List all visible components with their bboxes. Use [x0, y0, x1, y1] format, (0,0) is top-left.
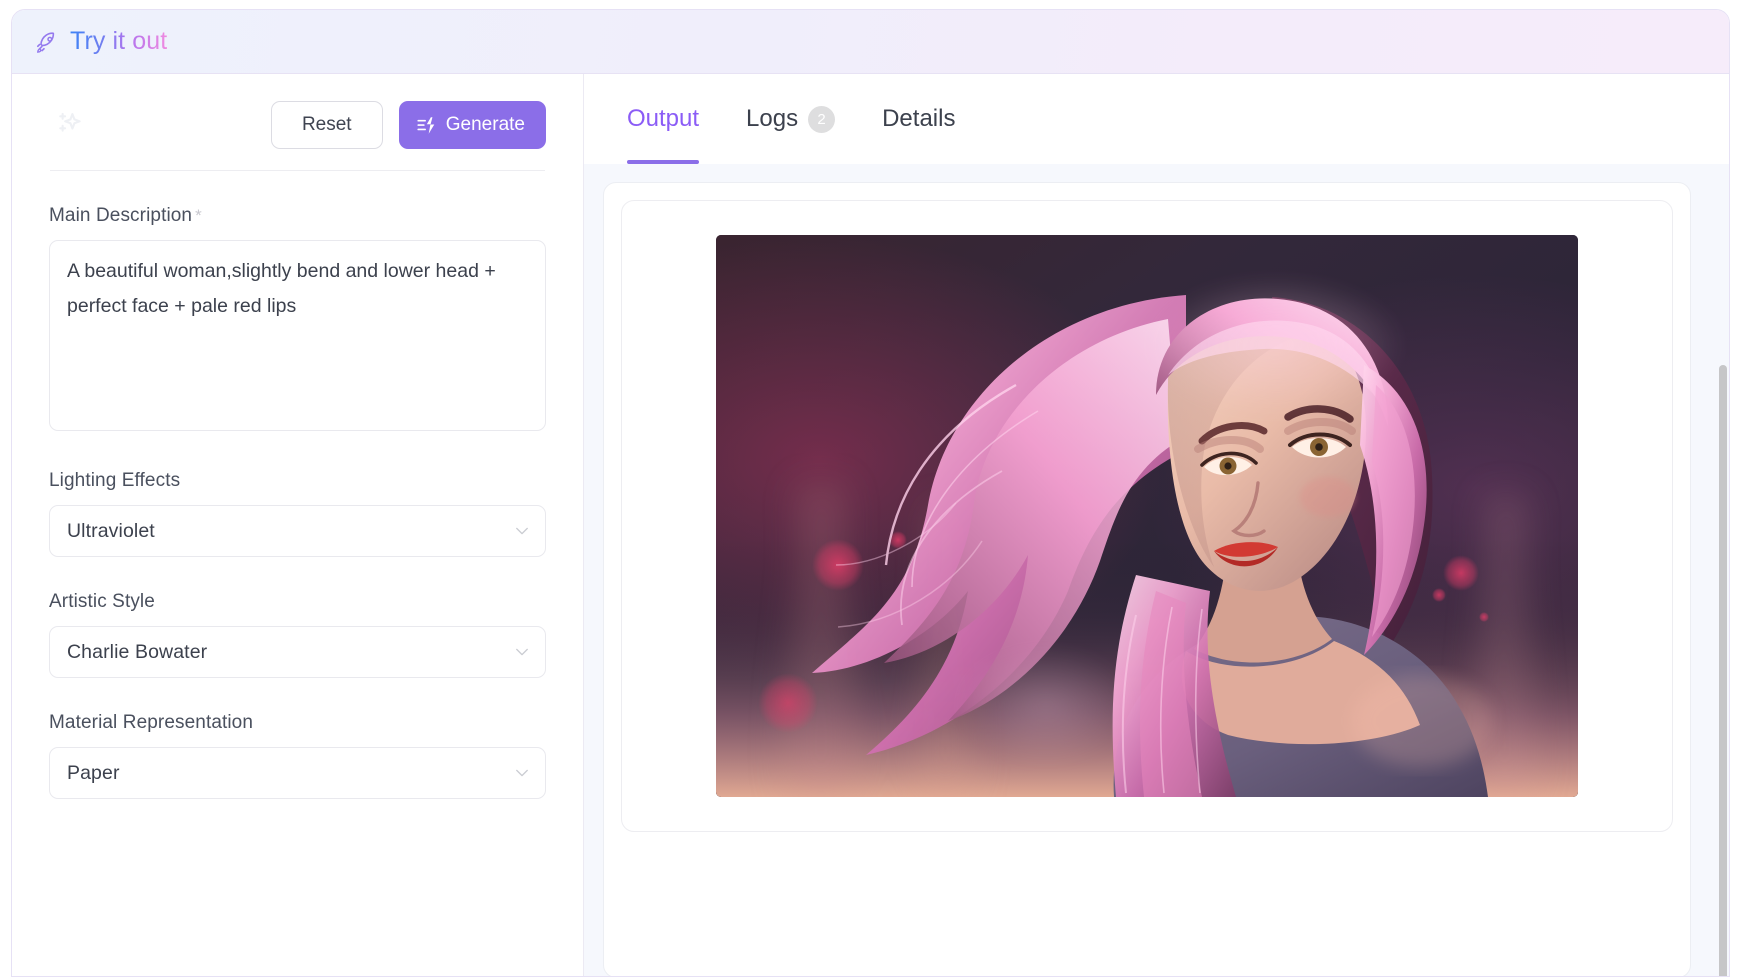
- result-panel: Output Logs 2 Details: [584, 74, 1729, 976]
- output-card: [603, 182, 1691, 976]
- field-label-artistic-style: Artistic Style: [49, 591, 155, 612]
- tab-logs-label: Logs: [746, 105, 799, 132]
- sparkle-icon: [59, 112, 81, 132]
- result-tabs: Output Logs 2 Details: [584, 74, 1729, 164]
- scrollbar-thumb[interactable]: [1719, 365, 1727, 976]
- tab-logs[interactable]: Logs 2: [746, 76, 836, 164]
- artistic-style-select[interactable]: Charlie Bowater: [49, 626, 546, 678]
- lightning-lines-icon: [417, 116, 435, 134]
- page-title: Try it out: [70, 27, 168, 55]
- try-it-out-panel: Try it out Reset Generate Main Descripti…: [11, 9, 1730, 977]
- chevron-down-icon: [516, 769, 528, 777]
- rocket-icon: [37, 31, 55, 53]
- label-text: Main Description: [49, 205, 193, 226]
- image-card: [621, 200, 1673, 832]
- artistic-style-value: Charlie Bowater: [67, 640, 208, 663]
- lighting-effects-value: Ultraviolet: [67, 519, 155, 542]
- tab-details-label: Details: [882, 105, 956, 132]
- field-label-material-representation: Material Representation: [49, 712, 254, 733]
- main-description-input[interactable]: [49, 240, 546, 431]
- chevron-down-icon: [516, 648, 528, 656]
- field-artistic-style: Artistic Style Charlie Bowater: [49, 591, 546, 678]
- generate-button[interactable]: Generate: [398, 101, 546, 149]
- body-split: Reset Generate Main Description * A beau…: [12, 74, 1729, 976]
- toolbar-divider: [50, 170, 545, 171]
- vertical-scrollbar[interactable]: [1718, 239, 1728, 976]
- field-main-description: Main Description *: [49, 205, 546, 436]
- generate-button-label: Generate: [445, 114, 525, 135]
- lighting-effects-select[interactable]: Ultraviolet: [49, 505, 546, 557]
- reset-button[interactable]: Reset: [270, 101, 383, 149]
- tab-output-label: Output: [627, 105, 700, 132]
- parameters-panel: Reset Generate Main Description * A beau…: [12, 74, 584, 976]
- panel-header: Try it out: [12, 10, 1729, 74]
- action-row: Reset Generate: [49, 74, 546, 170]
- tab-output[interactable]: Output: [627, 76, 700, 164]
- field-label-lighting-effects: Lighting Effects: [49, 470, 181, 491]
- tab-logs-badge: 2: [808, 105, 836, 133]
- material-representation-select[interactable]: Paper: [49, 747, 546, 799]
- tab-details[interactable]: Details: [882, 76, 955, 164]
- field-material-representation: Material Representation Paper: [49, 712, 546, 799]
- generated-image[interactable]: [716, 235, 1578, 797]
- field-label-main-description: Main Description *: [49, 205, 546, 227]
- required-asterisk: *: [195, 206, 202, 225]
- field-lighting-effects: Lighting Effects Ultraviolet: [49, 470, 546, 557]
- output-area: [584, 164, 1729, 976]
- material-representation-value: Paper: [67, 761, 120, 784]
- chevron-down-icon: [516, 527, 528, 535]
